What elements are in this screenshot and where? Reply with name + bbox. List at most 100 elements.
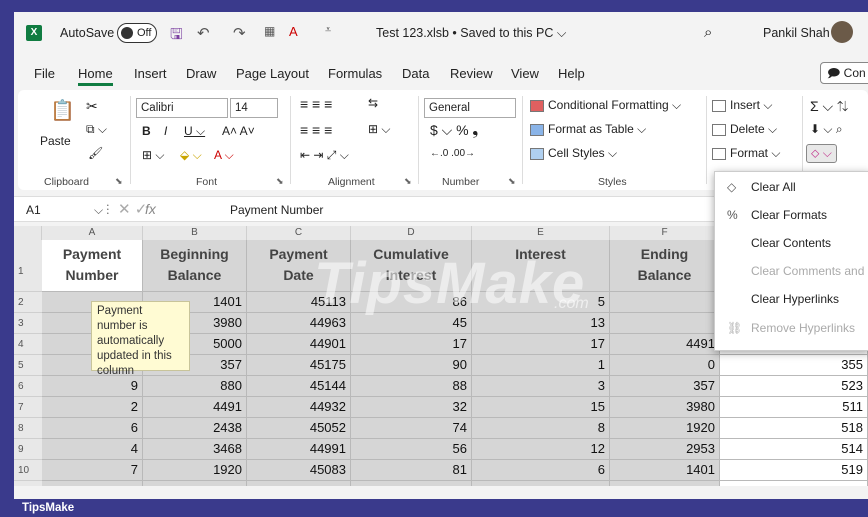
header-cell[interactable]: Payment Number	[42, 240, 143, 292]
table-cell[interactable]: 519	[720, 460, 868, 481]
currency-icon[interactable]: $ ⌵ % ❟	[430, 122, 478, 139]
table-cell[interactable]: 90	[351, 355, 472, 376]
tab-review[interactable]: Review	[450, 66, 493, 81]
table-cell[interactable]: 4491	[143, 397, 247, 418]
wrap-text-icon[interactable]: ⇆	[368, 96, 378, 110]
row-header[interactable]: 7	[14, 397, 42, 418]
number-format-select[interactable]: General	[424, 98, 516, 118]
document-title[interactable]: Test 123.xlsb • Saved to this PC ⌵	[376, 26, 566, 41]
table-cell[interactable]: 2953	[610, 439, 720, 460]
table-cell[interactable]: 3468	[143, 439, 247, 460]
font-color-button[interactable]: A ⌵	[214, 148, 234, 163]
name-box-dropdown-icon[interactable]: ⌵ ⋮	[94, 203, 109, 218]
menu-item-clear-all[interactable]: Clear All	[751, 180, 796, 194]
conditional-formatting-button[interactable]: Conditional Formatting ⌵	[530, 98, 681, 113]
table-cell[interactable]: 45052	[247, 418, 351, 439]
row-header[interactable]: 4	[14, 334, 42, 355]
format-painter-icon[interactable]: 🖌	[88, 146, 103, 160]
table-cell[interactable]: 9	[42, 376, 143, 397]
fill-icon[interactable]: ⬇ ⌵ ⌕	[810, 122, 843, 137]
tab-help[interactable]: Help	[558, 66, 585, 81]
table-cell[interactable]: 74	[351, 418, 472, 439]
autosum-icon[interactable]: Σ ⌵ ⇅	[810, 98, 848, 115]
avatar[interactable]	[831, 21, 853, 43]
table-cell[interactable]	[610, 292, 720, 313]
table-cell[interactable]: 1920	[143, 460, 247, 481]
table-cell[interactable]: 44932	[247, 397, 351, 418]
table-cell[interactable]: 44901	[247, 334, 351, 355]
italic-button[interactable]: I	[164, 124, 167, 138]
row-header[interactable]: 10	[14, 460, 42, 481]
font-launcher-icon[interactable]: ⬊	[276, 176, 284, 187]
menu-item-clear-formats[interactable]: Clear Formats	[751, 208, 827, 222]
table-cell[interactable]: 81	[351, 460, 472, 481]
indent-icon[interactable]: ⇤ ⇥ ⤢ ⌵	[300, 148, 349, 163]
menu-item-clear-hyperlinks[interactable]: Clear Hyperlinks	[751, 292, 839, 306]
table-cell[interactable]: 7	[42, 460, 143, 481]
table-cell[interactable]: 511	[720, 397, 868, 418]
number-launcher-icon[interactable]: ⬊	[508, 176, 516, 187]
table-cell[interactable]: 355	[720, 355, 868, 376]
row-header[interactable]: 3	[14, 313, 42, 334]
search-icon[interactable]: ⌕	[704, 24, 712, 41]
table-cell[interactable]: 357	[610, 376, 720, 397]
table-cell[interactable]: 2438	[610, 481, 720, 486]
table-cell[interactable]: 44991	[247, 439, 351, 460]
format-as-table-button[interactable]: Format as Table ⌵	[530, 122, 646, 137]
table-cell[interactable]: 3	[472, 376, 610, 397]
table-cell[interactable]: 2953	[143, 481, 247, 486]
table-cell[interactable]	[610, 313, 720, 334]
table-cell[interactable]: 523	[720, 376, 868, 397]
tab-data[interactable]: Data	[402, 66, 429, 81]
tab-formulas[interactable]: Formulas	[328, 66, 382, 81]
alignment-launcher-icon[interactable]: ⬊	[404, 176, 412, 187]
cancel-check-icon[interactable]: ✕ ✓	[118, 200, 147, 218]
table-cell[interactable]: 56	[351, 439, 472, 460]
font-name-select[interactable]: Calibri	[136, 98, 228, 118]
cell-styles-button[interactable]: Cell Styles ⌵	[530, 146, 617, 161]
align-top-icon[interactable]: ≡ ≡ ≡	[300, 96, 332, 112]
align-left-icon[interactable]: ≡ ≡ ≡	[300, 122, 332, 138]
table-cell[interactable]: 32	[351, 397, 472, 418]
table-cell[interactable]: 0	[610, 355, 720, 376]
table-cell[interactable]: 2438	[143, 418, 247, 439]
insert-cells-button[interactable]: Insert ⌵	[712, 98, 772, 113]
clear-button[interactable]: ⬦ ⌵	[806, 144, 837, 163]
table-cell[interactable]: 4	[42, 439, 143, 460]
clipboard-launcher-icon[interactable]: ⬊	[115, 176, 123, 187]
paste-button[interactable]: Paste	[40, 134, 71, 148]
table-cell[interactable]: 4491	[610, 334, 720, 355]
table-cell[interactable]: 6	[472, 460, 610, 481]
paste-icon[interactable]: 📋	[50, 98, 75, 123]
tab-draw[interactable]: Draw	[186, 66, 216, 81]
table-cell[interactable]: 45022	[247, 481, 351, 486]
row-header[interactable]: 8	[14, 418, 42, 439]
insert-function-icon[interactable]: fx	[145, 201, 156, 217]
table-cell[interactable]: 1401	[610, 460, 720, 481]
font-color-icon[interactable]: A	[289, 24, 298, 39]
formula-content[interactable]: Payment Number	[230, 203, 323, 217]
customize-qat-icon[interactable]: ⩡	[325, 24, 331, 37]
bold-button[interactable]: B	[142, 124, 151, 138]
table-cell[interactable]: 45144	[247, 376, 351, 397]
table-cell[interactable]: 1	[472, 355, 610, 376]
tab-view[interactable]: View	[511, 66, 539, 81]
row-header[interactable]: 11	[14, 481, 42, 486]
table-cell[interactable]: 6	[42, 418, 143, 439]
merge-center-icon[interactable]: ⊞ ⌵	[368, 122, 391, 137]
save-icon[interactable]: 🖫	[170, 24, 183, 49]
table-cell[interactable]: 12	[472, 439, 610, 460]
header-cell[interactable]: Beginning Balance	[143, 240, 247, 292]
table-cell[interactable]: 45083	[247, 460, 351, 481]
table-cell[interactable]: 518	[720, 418, 868, 439]
column-header[interactable]: D	[351, 226, 472, 240]
redo-icon[interactable]: ↷	[233, 24, 246, 42]
table-cell[interactable]: 17	[351, 334, 472, 355]
name-box[interactable]: A1	[26, 203, 41, 217]
comments-button[interactable]: 🗩 Con	[820, 62, 868, 84]
column-header[interactable]: F	[610, 226, 720, 240]
row-header[interactable]: 5	[14, 355, 42, 376]
row-header[interactable]: 1	[14, 240, 42, 292]
table-cell[interactable]: 15	[472, 397, 610, 418]
row-header[interactable]: 9	[14, 439, 42, 460]
